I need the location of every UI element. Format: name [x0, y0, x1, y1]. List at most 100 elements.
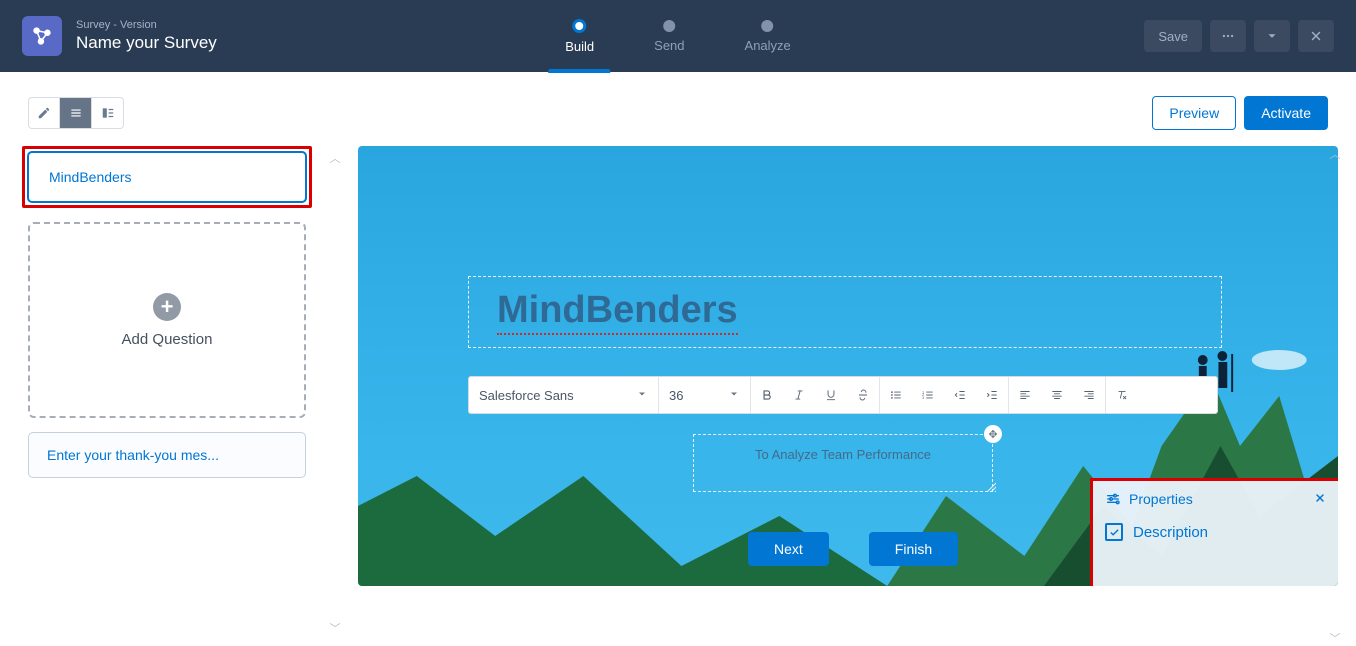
survey-app-icon — [22, 16, 62, 56]
align-left-icon — [1018, 388, 1032, 402]
next-button[interactable]: Next — [748, 532, 829, 566]
tab-dot-icon — [762, 20, 774, 32]
canvas-wrap: MindBenders Salesforce Sans 36 — [358, 146, 1338, 646]
bullet-list-icon — [889, 388, 903, 402]
sidebar-scrollbar[interactable]: ︿ ﹀ — [328, 146, 342, 646]
align-right-icon — [1082, 388, 1096, 402]
clear-format-icon — [1115, 388, 1129, 402]
checkbox-checked-icon[interactable] — [1105, 523, 1123, 541]
align-left-button[interactable] — [1009, 388, 1041, 402]
title-editor[interactable]: MindBenders — [468, 276, 1222, 348]
bold-button[interactable] — [751, 388, 783, 402]
close-icon — [1314, 492, 1326, 504]
ul-button[interactable] — [880, 388, 912, 402]
top-actions: Preview Activate — [1152, 96, 1328, 130]
font-size-value: 36 — [669, 388, 683, 403]
thank-you-page-card[interactable]: Enter your thank-you mes... — [28, 432, 306, 478]
more-button[interactable] — [1210, 20, 1246, 52]
header-right: Save — [1144, 20, 1334, 52]
scroll-down-icon: ﹀ — [1330, 630, 1341, 646]
italic-button[interactable] — [783, 388, 815, 402]
tab-dot-icon — [573, 19, 587, 33]
bold-icon — [760, 388, 774, 402]
highlight-annotation: MindBenders — [22, 146, 312, 208]
indent-button[interactable] — [976, 388, 1008, 402]
font-family-value: Salesforce Sans — [479, 388, 574, 403]
build-tabs: Build Send Analyze — [565, 0, 791, 72]
pencil-icon — [37, 106, 51, 120]
strike-button[interactable] — [847, 388, 879, 402]
tab-analyze[interactable]: Analyze — [745, 0, 791, 72]
tab-send[interactable]: Send — [654, 0, 684, 72]
settings-icon — [1105, 491, 1121, 507]
scroll-up-icon: ︿ — [330, 150, 341, 166]
add-question-card[interactable]: + Add Question — [28, 222, 306, 418]
survey-title-text[interactable]: MindBenders — [497, 289, 738, 335]
description-text[interactable]: To Analyze Team Performance — [755, 447, 931, 462]
activate-button[interactable]: Activate — [1244, 96, 1328, 130]
align-right-button[interactable] — [1073, 388, 1105, 402]
workspace: MindBenders + Add Question Enter your th… — [0, 130, 1356, 646]
properties-title: Properties — [1129, 491, 1193, 507]
indent-icon — [985, 388, 999, 402]
tab-build[interactable]: Build — [565, 0, 594, 72]
clear-format-button[interactable] — [1106, 388, 1138, 402]
caret-down-icon — [728, 388, 740, 403]
number-list-icon: 123 — [921, 388, 935, 402]
resize-handle-icon[interactable] — [984, 480, 996, 495]
app-header: Survey - Version Name your Survey Build … — [0, 0, 1356, 72]
dropdown-button[interactable] — [1254, 20, 1290, 52]
underline-icon — [824, 388, 838, 402]
svg-text:3: 3 — [922, 396, 924, 400]
properties-close-button[interactable] — [1314, 491, 1326, 507]
tab-label: Send — [654, 38, 684, 53]
font-size-select[interactable]: 36 — [659, 377, 751, 413]
outdent-button[interactable] — [944, 388, 976, 402]
title-block: Survey - Version Name your Survey — [76, 19, 217, 53]
italic-icon — [792, 388, 806, 402]
ellipsis-icon — [1221, 29, 1235, 43]
description-checkbox-label: Description — [1133, 524, 1208, 541]
split-icon — [101, 106, 115, 120]
canvas-nav-buttons: Next Finish — [748, 532, 958, 566]
welcome-page-card[interactable]: MindBenders — [27, 151, 307, 203]
plus-icon: + — [153, 293, 181, 321]
strike-icon — [856, 388, 870, 402]
header-title[interactable]: Name your Survey — [76, 33, 217, 53]
ol-button[interactable]: 123 — [912, 388, 944, 402]
move-handle-icon[interactable]: ✥ — [984, 425, 1002, 443]
align-center-button[interactable] — [1041, 388, 1073, 402]
save-button[interactable]: Save — [1144, 20, 1202, 52]
canvas-scrollbar[interactable]: ︿ ﹀ — [1328, 146, 1342, 646]
view-split-button[interactable] — [92, 97, 124, 129]
tab-label: Build — [565, 39, 594, 54]
survey-canvas: MindBenders Salesforce Sans 36 — [358, 146, 1338, 586]
close-button[interactable] — [1298, 20, 1334, 52]
finish-button[interactable]: Finish — [869, 532, 958, 566]
underline-button[interactable] — [815, 388, 847, 402]
caret-down-icon — [636, 388, 648, 403]
properties-panel: Properties Description — [1090, 478, 1338, 586]
preview-button[interactable]: Preview — [1152, 96, 1236, 130]
properties-header: Properties — [1105, 491, 1326, 507]
tab-dot-icon — [663, 20, 675, 32]
description-editor[interactable]: To Analyze Team Performance ✥ — [693, 434, 993, 492]
font-family-select[interactable]: Salesforce Sans — [469, 377, 659, 413]
scroll-down-icon: ﹀ — [330, 620, 341, 636]
align-center-icon — [1050, 388, 1064, 402]
rich-text-toolbar: Salesforce Sans 36 123 — [468, 376, 1218, 414]
description-checkbox-row[interactable]: Description — [1105, 523, 1326, 541]
scroll-up-icon: ︿ — [1330, 146, 1341, 162]
add-question-label: Add Question — [122, 331, 213, 348]
caret-down-icon — [1265, 29, 1279, 43]
tab-label: Analyze — [745, 38, 791, 53]
view-edit-button[interactable] — [28, 97, 60, 129]
page-sidebar: MindBenders + Add Question Enter your th… — [22, 146, 312, 646]
header-left: Survey - Version Name your Survey — [22, 16, 217, 56]
close-icon — [1309, 29, 1323, 43]
list-icon — [69, 106, 83, 120]
view-toggle — [28, 97, 124, 129]
header-subtitle: Survey - Version — [76, 19, 217, 31]
outdent-icon — [953, 388, 967, 402]
view-list-button[interactable] — [60, 97, 92, 129]
